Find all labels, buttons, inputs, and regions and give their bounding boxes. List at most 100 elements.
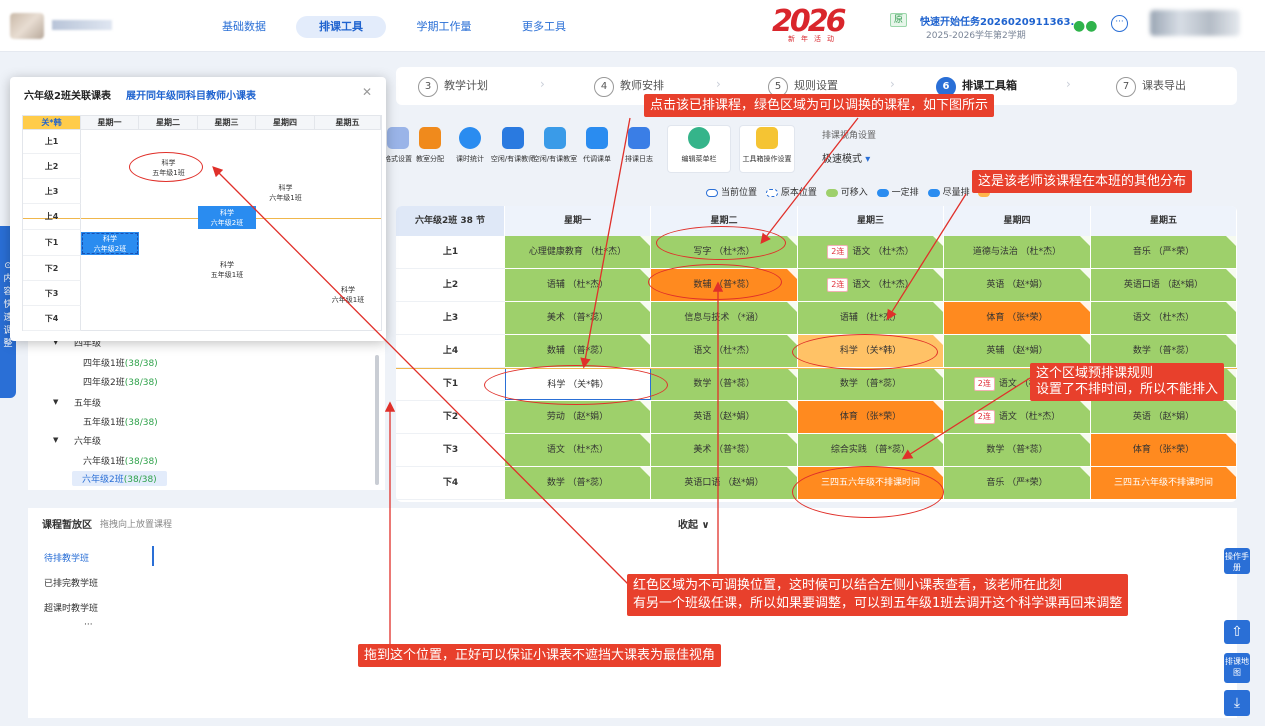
mini-course-cell[interactable]: 科学 六年级1班	[315, 283, 381, 305]
substitute-icon	[586, 127, 608, 149]
course-text: 信息与技术 （*涵）	[684, 313, 764, 323]
tab-overtime-classes[interactable]: 超课时教学班	[44, 601, 98, 614]
schedule-map-button[interactable]: 排课地图	[1224, 653, 1250, 683]
course-cell[interactable]: 英语 （赵*娟）	[651, 401, 798, 433]
chevron-right-icon: ›	[890, 77, 895, 91]
manual-button[interactable]: 操作手册	[1224, 548, 1250, 574]
class-name: 五年级1班	[83, 418, 125, 428]
more-tabs[interactable]: ···	[84, 620, 93, 630]
tool-log[interactable]: 排课日志	[614, 127, 664, 164]
course-cell[interactable]: 体育 （张*荣）	[1091, 434, 1237, 466]
caret-down-icon[interactable]: ▼	[53, 398, 58, 406]
course-cell[interactable]: 语文 （杜*杰）	[1091, 302, 1237, 334]
course-cell[interactable]: 语文 （杜*杰）	[651, 335, 798, 367]
course-cell[interactable]: 信息与技术 （*涵）	[651, 302, 798, 334]
course-cell[interactable]: 劳动 （赵*娟）	[505, 401, 651, 433]
course-cell[interactable]: 道德与法治 （杜*杰）	[944, 236, 1091, 268]
mini-course-cell[interactable]: 科学 五年级1班	[139, 156, 198, 178]
mini-course-cell[interactable]: 科学 六年级2班	[198, 206, 256, 229]
course-cell[interactable]: 英语 （赵*娟）	[944, 269, 1091, 301]
course-cell[interactable]: 数学 （普*蕊）	[651, 368, 798, 400]
course-cell[interactable]: 美术 （普*蕊）	[651, 434, 798, 466]
linked-timetable-popup[interactable]: 六年级2班关联课表 展开同年级同科目教师小课表 ✕ 关*韩 星期一 星期二 星期…	[10, 77, 386, 341]
course-cell[interactable]: 综合实践 （普*蕊）	[798, 434, 944, 466]
legend-swatch	[927, 188, 940, 197]
course-cell[interactable]: 科学 （关*韩）	[798, 335, 944, 367]
download-button[interactable]: ⤓	[1224, 690, 1250, 716]
course-cell[interactable]: 语文 （杜*杰）	[505, 434, 651, 466]
course-cell[interactable]: 美术 （普*蕊）	[505, 302, 651, 334]
staging-title: 课程暂放区	[42, 520, 92, 531]
tool-toolbox-settings[interactable]: 工具箱操作设置	[742, 127, 792, 164]
scroll-top-button[interactable]: ⇧	[1224, 620, 1250, 644]
mini-period-label: 下2	[23, 256, 81, 281]
caret-down-icon[interactable]: ▼	[53, 436, 58, 444]
nav-basic-data[interactable]: 基础数据	[212, 16, 276, 38]
tool-label: 教室分配	[416, 155, 444, 163]
course-cell[interactable]: 三四五六年级不排课时间	[1091, 467, 1237, 499]
tree-class-4-1[interactable]: 四年级1班(38/38)	[83, 356, 158, 369]
course-cell[interactable]: 英语 （赵*娟）	[1091, 401, 1237, 433]
tree-grade-6[interactable]: 六年级	[74, 434, 101, 447]
course-cell[interactable]: 写字 （杜*杰）	[651, 236, 798, 268]
tree-class-5-1[interactable]: 五年级1班(38/38)	[83, 415, 158, 428]
course-cell[interactable]: 英语口语 （赵*娟）	[651, 467, 798, 499]
view-mode-select[interactable]: 极速模式 ▾	[822, 150, 870, 165]
course-cell[interactable]: 2连语文 （杜*杰）	[798, 269, 944, 301]
course-cell[interactable]: 2连语文 （杜*杰）	[798, 236, 944, 268]
new-year-badge[interactable]: 2026 新年活动	[772, 4, 858, 43]
course-cell[interactable]: 三四五六年级不排课时间	[798, 467, 944, 499]
tool-edit-menu[interactable]: 编辑菜单栏	[674, 127, 724, 164]
course-cell[interactable]: 科学 （关*韩）	[505, 368, 651, 400]
day-header: 星期三	[798, 206, 944, 236]
tab-finished-classes[interactable]: 已排完教学班	[44, 576, 98, 589]
tree-grade-5[interactable]: 五年级	[74, 396, 101, 409]
class-name: 六年级2班	[82, 475, 124, 485]
course-cell[interactable]: 数学 （普*蕊）	[798, 368, 944, 400]
close-icon[interactable]: ✕	[362, 85, 372, 99]
task-title[interactable]: 快速开始任务2026020911363...	[920, 13, 1082, 28]
classroom-icon	[544, 127, 566, 149]
course-cell[interactable]: 音乐 （严*荣）	[1091, 236, 1237, 268]
tree-class-6-1[interactable]: 六年级1班(38/38)	[83, 454, 158, 467]
tree-scrollbar[interactable]	[375, 355, 379, 485]
course-cell[interactable]: 数辅 （普*蕊）	[505, 335, 651, 367]
course-text: 语辅 （杜*杰）	[546, 280, 609, 290]
period-label: 下2	[396, 401, 505, 434]
mini-course-cell[interactable]: 科学 六年级2班	[81, 232, 139, 255]
wechat-icon[interactable]: ●●	[1073, 18, 1097, 34]
legend-label: 原本位置	[780, 188, 817, 198]
annotation-preset-rule: 这个区域预排课规则 设置了不排时间，所以不能排入	[1030, 363, 1225, 401]
course-cell[interactable]: 体育 （张*荣）	[944, 302, 1091, 334]
course-cell[interactable]: 数学 （普*蕊）	[505, 467, 651, 499]
nav-more-tools[interactable]: 更多工具	[512, 16, 576, 38]
collapse-button[interactable]: 收起 ∨	[678, 516, 710, 531]
download-icon: ⤓	[1233, 695, 1241, 711]
step-export[interactable]: 7 课表导出	[1116, 75, 1186, 97]
course-cell[interactable]: 语辅 （杜*杰）	[505, 269, 651, 301]
user-avatar[interactable]	[1150, 10, 1240, 36]
tab-pending-classes[interactable]: 待排教学班	[44, 551, 89, 564]
nav-semester-workload[interactable]: 学期工作量	[408, 16, 480, 38]
course-cell[interactable]: 音乐 （严*荣）	[944, 467, 1091, 499]
message-icon[interactable]: ···	[1111, 15, 1128, 32]
expand-teacher-tables-link[interactable]: 展开同年级同科目教师小课表	[126, 87, 256, 102]
course-cell[interactable]: 数辅 （普*蕊）	[651, 269, 798, 301]
step-number: 7	[1116, 77, 1136, 97]
step-teaching-plan[interactable]: 3 教学计划	[418, 75, 488, 97]
chevron-down-icon: ▾	[865, 154, 871, 165]
tree-class-6-2[interactable]: 六年级2班(38/38)	[72, 471, 167, 486]
annotation-drag-position: 拖到这个位置，正好可以保证小课表不遮挡大课表为最佳视角	[358, 644, 722, 667]
course-cell[interactable]: 英语口语 （赵*娟）	[1091, 269, 1237, 301]
course-cell[interactable]: 体育 （张*荣）	[798, 401, 944, 433]
mini-course-cell[interactable]: 科学 六年级1班	[256, 181, 315, 203]
course-text: 英语口语 （赵*娟）	[684, 478, 764, 488]
tree-class-4-2[interactable]: 四年级2班(38/38)	[83, 375, 158, 388]
course-text: 数学 （普*蕊）	[546, 478, 609, 488]
course-cell[interactable]: 语辅 （杜*杰）	[798, 302, 944, 334]
mini-course-cell[interactable]: 科学 五年级1班	[198, 258, 256, 280]
course-cell[interactable]: 数学 （普*蕊）	[944, 434, 1091, 466]
course-cell[interactable]: 2连语文 （杜*杰）	[944, 401, 1091, 433]
nav-scheduling-tools[interactable]: 排课工具	[296, 16, 386, 38]
course-cell[interactable]: 心理健康教育 （杜*杰）	[505, 236, 651, 268]
